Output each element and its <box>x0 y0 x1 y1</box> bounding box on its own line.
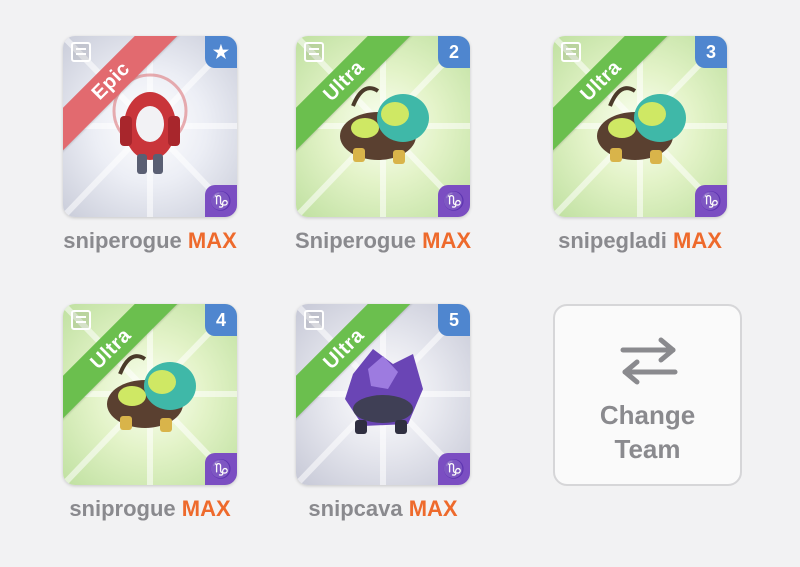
max-level-label: MAX <box>422 228 472 253</box>
monster-card[interactable]: Epic ★ ♑ <box>63 36 237 217</box>
monster-card[interactable]: Ultra 3 ♑ <box>553 36 727 217</box>
change-team-line1: Change <box>599 400 696 430</box>
details-icon[interactable] <box>304 310 324 330</box>
slot-number-badge: 3 <box>695 36 727 68</box>
max-level-label: MAX <box>181 496 231 521</box>
capricorn-icon: ♑ <box>438 185 470 217</box>
monster-name: snipcava <box>308 496 403 521</box>
monster-name: Sniperogue <box>294 228 416 253</box>
star-icon: ★ <box>205 36 237 68</box>
monster-card[interactable]: Ultra 5 ♑ <box>296 304 470 485</box>
monster-card[interactable]: Ultra 2 ♑ <box>296 36 470 217</box>
change-team-button[interactable]: Change Team <box>553 304 742 486</box>
capricorn-icon: ♑ <box>205 185 237 217</box>
monster-name-label: snipcava MAX <box>283 496 483 522</box>
monster-name: sniprogue <box>69 496 176 521</box>
details-icon[interactable] <box>304 42 324 62</box>
capricorn-icon: ♑ <box>205 453 237 485</box>
capricorn-icon: ♑ <box>695 185 727 217</box>
details-icon[interactable] <box>71 310 91 330</box>
monster-name-label: snipegladi MAX <box>540 228 740 254</box>
monster-card[interactable]: Ultra 4 ♑ <box>63 304 237 485</box>
details-icon[interactable] <box>71 42 91 62</box>
details-icon[interactable] <box>561 42 581 62</box>
monster-name: snipegladi <box>558 228 667 253</box>
slot-number-badge: 5 <box>438 304 470 336</box>
monster-name-label: Sniperogue MAX <box>283 228 483 254</box>
max-level-label: MAX <box>673 228 722 253</box>
monster-name-label: sniprogue MAX <box>50 496 250 522</box>
slot-number-badge: 2 <box>438 36 470 68</box>
max-level-label: MAX <box>408 496 458 521</box>
change-team-label: Change Team <box>555 398 740 466</box>
monster-name: sniperogue <box>63 228 182 253</box>
monster-name-label: sniperogue MAX <box>50 228 250 254</box>
slot-number-badge: 4 <box>205 304 237 336</box>
max-level-label: MAX <box>187 228 237 253</box>
swap-arrows-icon <box>620 337 678 385</box>
change-team-line2: Team <box>614 434 681 464</box>
capricorn-icon: ♑ <box>438 453 470 485</box>
